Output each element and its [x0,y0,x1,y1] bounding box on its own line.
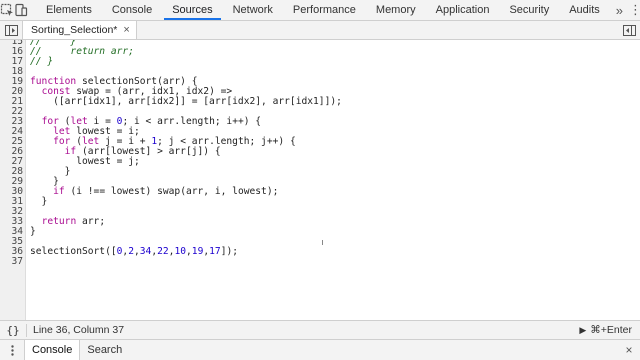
code-text: // } [30,56,54,67]
tab-security[interactable]: Security [499,0,559,20]
code-line[interactable]: 28 } [0,167,640,177]
line-number[interactable]: 37 [0,257,23,267]
code-editor[interactable]: 15// } 16// return arr; 17// } 18 19 function… [0,40,640,320]
file-tab-sorting-selection[interactable]: Sorting_Selection* × [22,21,137,39]
code-line[interactable]: 30 if (i !== lowest) swap(arr, i, lowest… [0,187,640,197]
tab-console[interactable]: Console [102,0,162,20]
drawer-spacer [129,340,618,360]
code-line[interactable]: 21 ([arr[idx1], arr[idx2]] = [arr[idx2],… [0,97,640,107]
code-line[interactable]: 27 lowest = j; [0,157,640,167]
code-text: } [30,196,48,207]
code-line[interactable]: 36 selectionSort([0,2,34,22,10,19,17]); [0,247,640,257]
code-text: selectionSort([0,2,34,22,10,19,17]); [30,246,239,257]
drawer-menu-icon[interactable] [0,340,24,360]
devtools-toolbar: Elements Console Sources Network Perform… [0,0,640,21]
kebab-menu-glyph: ⋮ [629,2,640,17]
toggle-navigator-icon[interactable] [0,21,22,39]
close-icon[interactable]: × [123,24,129,36]
toggle-debugger-icon[interactable] [618,21,640,39]
run-shortcut-label: ⌘+Enter [590,324,632,336]
kebab-menu-icon[interactable]: ⋮ [629,0,640,20]
drawer-tab-search[interactable]: Search [80,340,129,360]
file-tab-label: Sorting_Selection* [31,24,118,36]
code-line[interactable]: 31 } [0,197,640,207]
tab-elements[interactable]: Elements [36,0,102,20]
run-snippet-button[interactable]: ▶ ⌘+Enter [579,324,632,336]
cursor-position: Line 36, Column 37 [33,324,125,336]
drawer-tab-console[interactable]: Console [24,340,81,360]
code-line[interactable]: 16// return arr; [0,47,640,57]
tab-sources[interactable]: Sources [162,0,222,20]
tab-performance[interactable]: Performance [283,0,366,20]
file-tabs-bar: Sorting_Selection* × [0,21,640,40]
code-text: if (i !== lowest) swap(arr, i, lowest); [53,186,279,197]
inspect-element-icon[interactable] [0,0,14,20]
play-icon: ▶ [579,324,587,335]
filebar-spacer [137,21,618,39]
tab-audits[interactable]: Audits [559,0,610,20]
code-line[interactable]: 17// } [0,57,640,67]
drawer-tabs-bar: Console Search × [0,339,640,360]
status-divider [26,323,27,337]
code-line[interactable]: 34} [0,227,640,237]
close-drawer-icon[interactable]: × [618,340,640,360]
code-line[interactable]: 37 [0,257,640,267]
code-line[interactable]: 33 return arr; [0,217,640,227]
tab-application[interactable]: Application [426,0,500,20]
tab-memory[interactable]: Memory [366,0,426,20]
code-text: ([arr[idx1], arr[idx2]] = [arr[idx2], ar… [30,96,342,107]
tab-network[interactable]: Network [223,0,283,20]
code-text: return arr; [41,216,106,227]
device-toolbar-icon[interactable] [14,0,28,20]
more-tabs-button[interactable]: » [610,0,629,20]
code-text: } [30,226,36,237]
mouse-cursor [322,240,323,245]
pretty-print-button[interactable]: {} [0,324,26,337]
editor-status-bar: {} Line 36, Column 37 ▶ ⌘+Enter [0,320,640,339]
